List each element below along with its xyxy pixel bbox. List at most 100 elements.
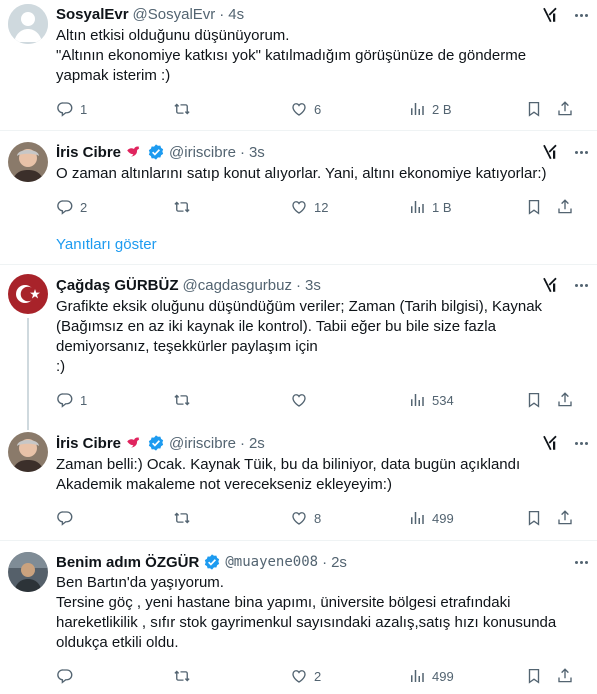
share-icon xyxy=(556,100,574,118)
verified-badge-icon xyxy=(203,553,221,571)
avatar[interactable] xyxy=(8,274,48,314)
separator-dot: · xyxy=(295,276,301,294)
timestamp[interactable]: 3s xyxy=(305,277,321,294)
reply-icon xyxy=(56,100,74,118)
bookmark-button[interactable] xyxy=(525,197,543,217)
display-name[interactable]: Çağdaş GÜRBÜZ xyxy=(56,277,179,294)
like-button[interactable] xyxy=(290,390,308,410)
tweet-text-line: oldukça etkili oldu. xyxy=(56,634,179,651)
display-name[interactable]: İris Cibre xyxy=(56,435,121,452)
reply-button[interactable]: 1 xyxy=(56,99,87,119)
share-button[interactable] xyxy=(556,508,574,528)
tweet-actions: 2 12 1 B xyxy=(56,197,586,217)
more-options-icon[interactable] xyxy=(571,553,591,571)
heart-icon xyxy=(290,100,308,118)
retweet-icon xyxy=(173,667,191,685)
tweet-actions: 2 499 xyxy=(56,666,586,686)
like-count: 6 xyxy=(314,101,322,117)
tweet[interactable]: SosyalEvr @SosyalEvr · 4s Altın etkisi o… xyxy=(0,0,597,130)
heart-icon xyxy=(290,667,308,685)
reply-button[interactable]: 1 xyxy=(56,390,87,410)
timestamp[interactable]: 2s xyxy=(249,435,265,452)
retweet-button[interactable] xyxy=(173,197,191,217)
views-button[interactable]: 499 xyxy=(408,666,454,686)
share-icon xyxy=(556,198,574,216)
timestamp[interactable]: 2s xyxy=(331,554,347,571)
bookmark-button[interactable] xyxy=(525,390,543,410)
reply-button[interactable]: 2 xyxy=(56,197,87,217)
reply-icon xyxy=(56,198,74,216)
bookmark-icon xyxy=(525,100,543,118)
grok-icon[interactable] xyxy=(541,276,559,294)
tweet[interactable]: Çağdaş GÜRBÜZ @cagdasgurbuz · 3s Grafikt… xyxy=(0,264,597,424)
verified-badge-icon xyxy=(147,434,165,452)
timestamp[interactable]: 4s xyxy=(228,6,244,23)
user-handle[interactable]: @iriscibre xyxy=(169,435,236,452)
like-count: 12 xyxy=(314,199,329,215)
tweet-header: Çağdaş GÜRBÜZ @cagdasgurbuz · 3s xyxy=(56,275,577,295)
views-button[interactable]: 2 B xyxy=(408,99,452,119)
grok-icon[interactable] xyxy=(541,143,559,161)
tweet-text-line: O zaman altınlarını satıp konut alıyorla… xyxy=(56,165,547,182)
like-button[interactable]: 2 xyxy=(290,666,321,686)
tweet-header: Benim adım ÖZGÜR @muayene008 · 2s xyxy=(56,552,577,572)
separator-dot: · xyxy=(322,553,328,571)
like-button[interactable]: 8 xyxy=(290,508,321,528)
like-button[interactable]: 12 xyxy=(290,197,328,217)
retweet-icon xyxy=(173,100,191,118)
separator-dot: · xyxy=(219,5,225,23)
views-button[interactable]: 1 B xyxy=(408,197,452,217)
like-count: 2 xyxy=(314,668,322,684)
user-handle[interactable]: @cagdasgurbuz xyxy=(183,277,292,294)
bookmark-button[interactable] xyxy=(525,508,543,528)
bookmark-button[interactable] xyxy=(525,666,543,686)
tweet-text-line: Tersine göç , yeni hastane bina yapımı, … xyxy=(56,594,511,611)
tweet[interactable]: İris Cibre @iriscibre · 2s Zaman belli:)… xyxy=(0,424,597,540)
retweet-button[interactable] xyxy=(173,390,191,410)
retweet-button[interactable] xyxy=(173,99,191,119)
reply-count: 2 xyxy=(80,199,88,215)
user-handle[interactable]: @SosyalEvr xyxy=(133,6,216,23)
more-options-icon[interactable] xyxy=(571,143,591,161)
avatar[interactable] xyxy=(8,142,48,182)
share-button[interactable] xyxy=(556,390,574,410)
separator-dot: · xyxy=(239,143,245,161)
tweet[interactable]: İris Cibre @iriscibre · 3s O zaman altın… xyxy=(0,130,597,225)
share-button[interactable] xyxy=(556,197,574,217)
display-name[interactable]: Benim adım ÖZGÜR xyxy=(56,554,199,571)
user-handle[interactable]: @iriscibre xyxy=(169,144,236,161)
bookmark-button[interactable] xyxy=(525,99,543,119)
view-count: 2 B xyxy=(432,101,452,117)
display-name[interactable]: İris Cibre xyxy=(56,144,121,161)
tweet[interactable]: Benim adım ÖZGÜR @muayene008 · 2s Ben Ba… xyxy=(0,540,597,694)
grok-icon[interactable] xyxy=(541,6,559,24)
reply-count: 1 xyxy=(80,101,88,117)
timestamp[interactable]: 3s xyxy=(249,144,265,161)
tweet-text: O zaman altınlarını satıp konut alıyorla… xyxy=(56,164,583,184)
views-button[interactable]: 499 xyxy=(408,508,454,528)
heart-icon xyxy=(290,391,308,409)
reply-button[interactable] xyxy=(56,666,74,686)
like-button[interactable]: 6 xyxy=(290,99,321,119)
tweet-text-line: yapmak isterim :) xyxy=(56,67,171,84)
display-name[interactable]: SosyalEvr xyxy=(56,6,129,23)
bird-emoji-icon xyxy=(125,434,143,452)
retweet-button[interactable] xyxy=(173,508,191,528)
user-handle[interactable]: @muayene008 xyxy=(225,554,318,570)
tweet-actions: 1 6 2 B xyxy=(56,99,586,119)
tweet-text-line: Ben Bartın'da yaşıyorum. xyxy=(56,574,224,591)
avatar[interactable] xyxy=(8,4,48,44)
more-options-icon[interactable] xyxy=(571,6,591,24)
share-button[interactable] xyxy=(556,99,574,119)
retweet-button[interactable] xyxy=(173,666,191,686)
show-replies-link[interactable]: Yanıtları göster xyxy=(56,236,157,253)
reply-button[interactable] xyxy=(56,508,74,528)
avatar[interactable] xyxy=(8,552,48,592)
views-button[interactable]: 534 xyxy=(408,390,454,410)
tweet-text-line: Akademik makaleme not verecekseniz ekley… xyxy=(56,476,392,493)
avatar[interactable] xyxy=(8,432,48,472)
grok-icon[interactable] xyxy=(541,434,559,452)
more-options-icon[interactable] xyxy=(571,434,591,452)
more-options-icon[interactable] xyxy=(571,276,591,294)
share-button[interactable] xyxy=(556,666,574,686)
